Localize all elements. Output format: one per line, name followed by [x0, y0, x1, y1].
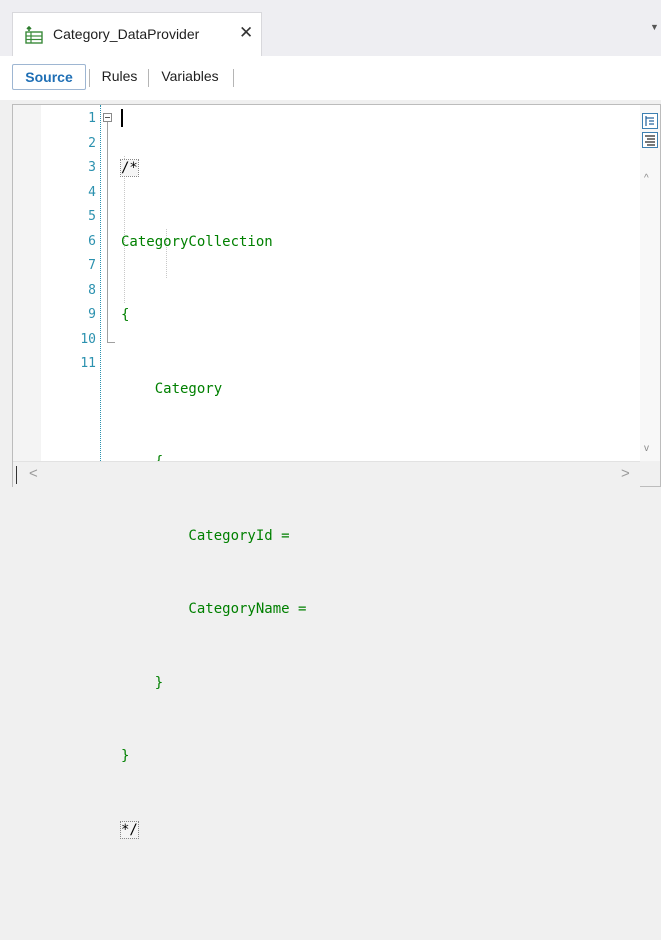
text-cursor	[121, 109, 123, 127]
scroll-left-icon[interactable]: <	[29, 465, 38, 482]
scroll-position-marker	[16, 466, 17, 484]
line-number: 5	[88, 209, 96, 224]
line-number: 7	[88, 258, 96, 273]
line-number: 9	[88, 307, 96, 322]
comment-end-token: */	[120, 820, 139, 839]
collapse-icon[interactable]	[103, 113, 112, 122]
code-line: Category	[121, 380, 223, 397]
line-number: 8	[88, 282, 96, 298]
line-number: 1	[88, 111, 96, 126]
document-tab-bar: Category_DataProvider ✕ ▼	[0, 0, 661, 56]
code-text[interactable]: /* CategoryCollection { Category { Categ…	[120, 107, 307, 940]
comment-start-token: /*	[120, 159, 139, 177]
fold-region-end	[107, 342, 115, 343]
tab-source[interactable]: Source	[12, 64, 86, 90]
code-line: CategoryName =	[121, 601, 307, 617]
code-editor[interactable]	[12, 104, 661, 487]
document-tab[interactable]: Category_DataProvider ✕	[12, 12, 262, 56]
code-line: */	[120, 818, 306, 843]
close-icon[interactable]: ✕	[239, 23, 253, 43]
outline-icon	[645, 116, 654, 126]
code-line: /*	[120, 156, 306, 181]
fold-region-line	[107, 122, 108, 343]
line-number: 2	[88, 135, 96, 151]
editor-tab-strip: Source Rules Variables	[0, 56, 661, 100]
tab-separator	[233, 69, 234, 87]
gutter-divider	[100, 105, 101, 461]
scroll-right-icon[interactable]: >	[621, 465, 630, 482]
code-line: CategoryCollection	[121, 233, 273, 250]
editor-margin	[13, 105, 41, 461]
scroll-down-icon[interactable]: v	[644, 443, 649, 454]
line-number-gutter: 1 2 3 4 5 6 7 8 9 10 11	[58, 107, 96, 377]
document-tab-title: Category_DataProvider	[53, 26, 200, 42]
text-align-icon	[645, 135, 655, 146]
chevron-down-icon[interactable]: ▼	[650, 22, 659, 32]
horizontal-scrollbar[interactable]: < >	[13, 461, 640, 487]
line-number: 6	[88, 233, 96, 249]
code-line: }	[121, 674, 164, 691]
code-line: }	[121, 748, 130, 764]
tab-separator	[89, 69, 90, 87]
tab-variables[interactable]: Variables	[152, 64, 228, 90]
tab-separator	[148, 69, 149, 87]
outline-button[interactable]	[642, 113, 658, 129]
line-number: 10	[80, 331, 96, 347]
scroll-up-icon[interactable]: ^	[644, 173, 649, 184]
code-line: CategoryId =	[121, 527, 290, 544]
line-number: 3	[88, 160, 96, 175]
data-provider-icon	[25, 25, 43, 44]
vertical-scrollbar[interactable]: ^ v	[640, 105, 660, 461]
tab-rules[interactable]: Rules	[94, 64, 145, 90]
line-number: 4	[88, 184, 96, 200]
scrollbar-corner	[640, 461, 660, 486]
wrap-button[interactable]	[642, 132, 658, 148]
line-number: 11	[80, 356, 96, 371]
code-line: {	[121, 307, 130, 323]
